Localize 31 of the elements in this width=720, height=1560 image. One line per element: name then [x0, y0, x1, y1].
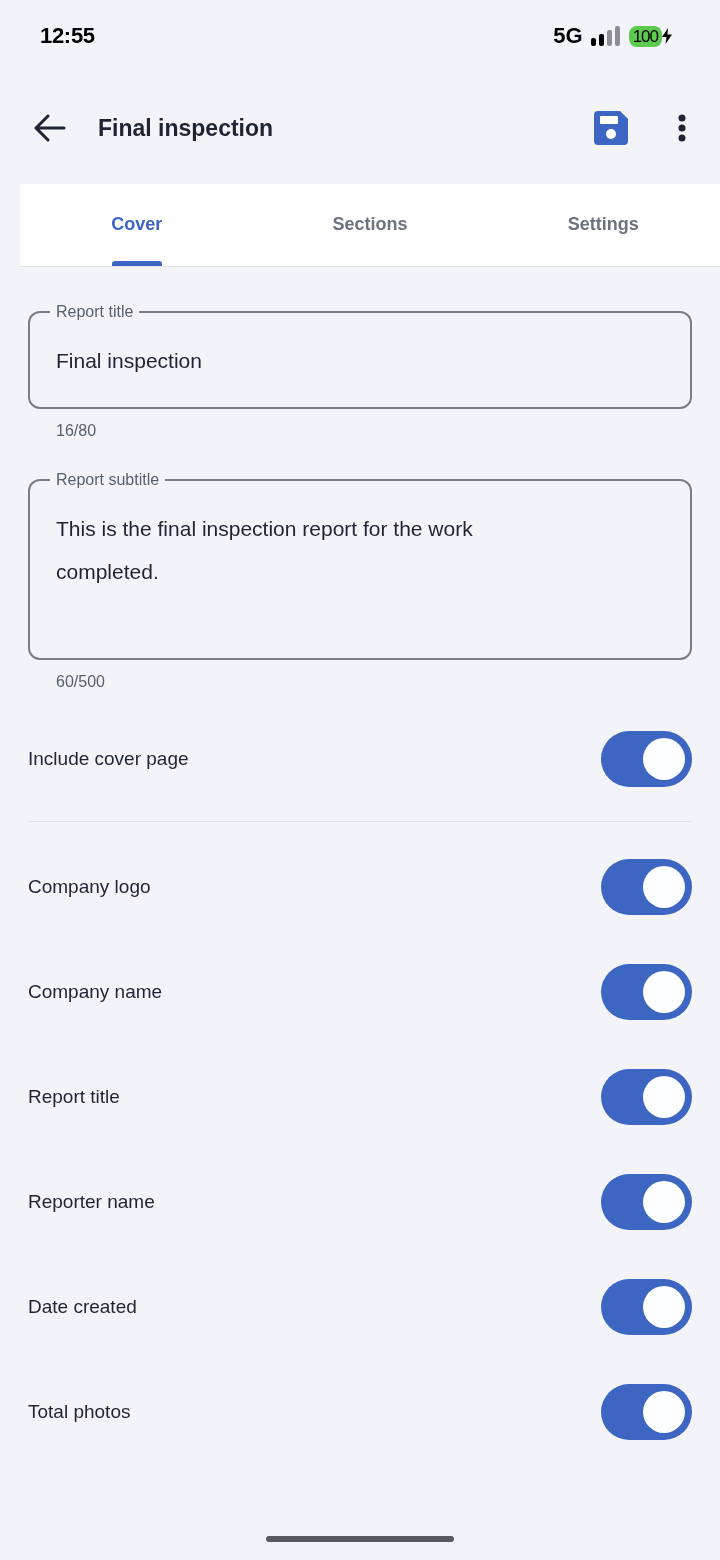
- character-counter: 60/500: [55, 673, 106, 691]
- toggle-switch[interactable]: [601, 1069, 692, 1125]
- battery-level: 100: [628, 25, 662, 47]
- network-type: 5G: [553, 23, 583, 49]
- tab[interactable]: Settings: [486, 184, 720, 266]
- status-time: 12:55: [40, 23, 95, 49]
- more-options-icon[interactable]: [678, 114, 686, 142]
- field-label: Report title: [55, 303, 135, 321]
- toggle-switch[interactable]: [601, 1384, 692, 1440]
- page-title: Final inspection: [98, 114, 274, 142]
- text-area-field[interactable]: Report subtitle This is the final inspection report for the work completed.: [28, 471, 692, 660]
- toggle-label: Report title: [28, 1086, 120, 1108]
- toggle-switch[interactable]: [601, 964, 692, 1020]
- toggle-label: Date created: [28, 1296, 137, 1318]
- back-arrow-icon[interactable]: [34, 114, 66, 142]
- field-label: Report subtitle: [55, 471, 161, 489]
- text-field[interactable]: Report title Final inspection: [28, 303, 692, 409]
- toggle-switch[interactable]: [601, 1174, 692, 1230]
- toggle-switch[interactable]: [601, 731, 692, 787]
- toggle-label: Reporter name: [28, 1191, 155, 1213]
- tab[interactable]: Cover: [20, 184, 254, 266]
- toggle-label: Total photos: [28, 1401, 131, 1423]
- toggle-switch[interactable]: [601, 1279, 692, 1335]
- toggle-label: Company name: [28, 981, 163, 1003]
- toggle-switch[interactable]: [601, 859, 692, 915]
- signal-icon: [590, 26, 621, 46]
- toggle-label: Include cover page: [28, 748, 189, 770]
- toggle-label: Company logo: [28, 876, 151, 898]
- character-counter: 16/80: [55, 422, 98, 440]
- save-icon[interactable]: [594, 111, 628, 145]
- tab[interactable]: Sections: [253, 184, 487, 266]
